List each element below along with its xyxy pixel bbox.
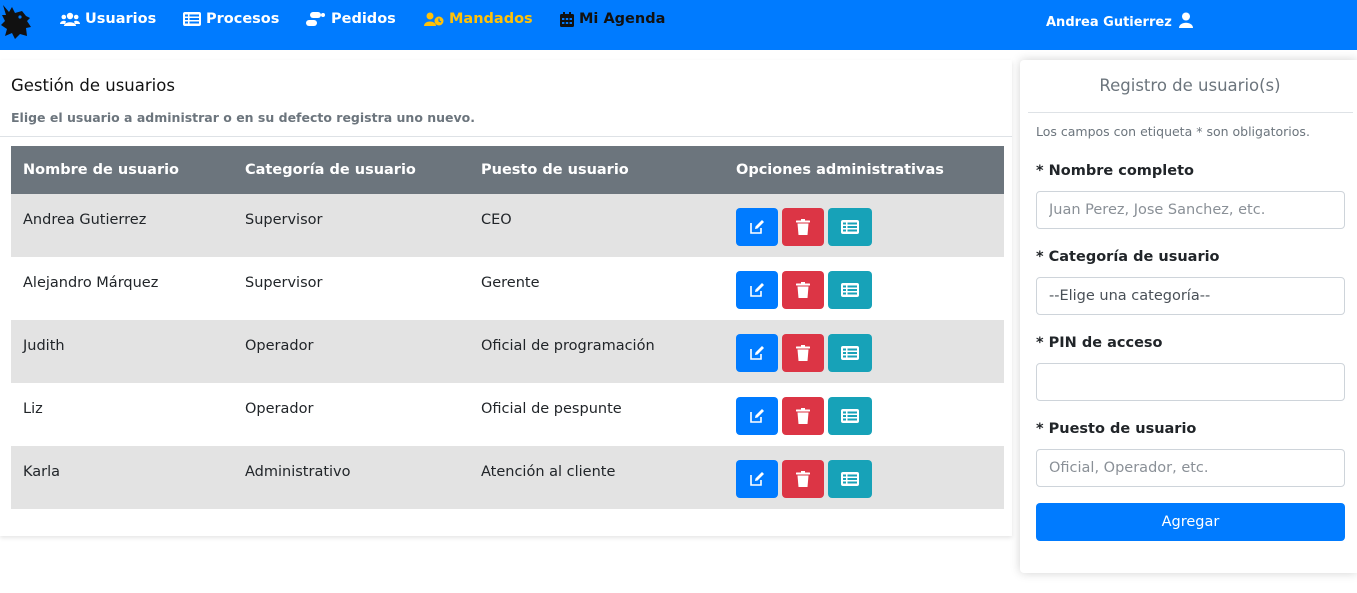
- cell-categoria: Supervisor: [233, 194, 469, 257]
- cell-categoria: Operador: [233, 320, 469, 383]
- edit-user-button[interactable]: [736, 397, 778, 435]
- table-row: Andrea Gutierrez Supervisor CEO: [11, 194, 1004, 257]
- table-row: Karla Administrativo Atención al cliente: [11, 446, 1004, 509]
- table-row: Alejandro Márquez Supervisor Gerente: [11, 257, 1004, 320]
- edit-user-button[interactable]: [736, 271, 778, 309]
- shipping-icon: [305, 12, 326, 26]
- delete-user-button[interactable]: [782, 334, 824, 372]
- user-details-button[interactable]: [828, 208, 872, 246]
- full-name-input[interactable]: [1036, 191, 1345, 229]
- cell-categoria: Supervisor: [245, 275, 323, 291]
- list-alt-icon: [841, 409, 859, 423]
- full-name-label: * Nombre completo: [1036, 163, 1194, 179]
- form-note: Los campos con etiqueta * son obligatori…: [1036, 124, 1310, 139]
- delete-user-button[interactable]: [782, 271, 824, 309]
- edit-icon: [749, 219, 765, 235]
- column-header-puesto: Puesto de usuario: [469, 146, 724, 194]
- table-row: Liz Operador Oficial de pespunte: [11, 383, 1004, 446]
- user-details-button[interactable]: [828, 460, 872, 498]
- user-name: Andrea Gutierrez: [1046, 14, 1172, 30]
- cell-puesto: CEO: [469, 194, 724, 257]
- nav-pedidos-label: Pedidos: [331, 11, 396, 27]
- delete-user-button[interactable]: [782, 460, 824, 498]
- category-select[interactable]: --Elige una categoría--: [1036, 277, 1345, 315]
- nav-procesos[interactable]: Procesos: [183, 9, 279, 29]
- nav-procesos-label: Procesos: [206, 11, 280, 27]
- nav-usuarios[interactable]: Usuarios: [60, 9, 156, 29]
- delete-user-button[interactable]: [782, 397, 824, 435]
- trash-icon: [796, 345, 810, 361]
- cell-nombre: Karla: [11, 446, 233, 509]
- user-management-card: Gestión de usuarios Elige el usuario a a…: [0, 60, 1012, 536]
- calendar-icon: [560, 11, 574, 27]
- category-label: * Categoría de usuario: [1036, 249, 1220, 265]
- users-icon: [60, 12, 80, 26]
- edit-icon: [749, 408, 765, 424]
- list-alt-icon: [841, 472, 859, 486]
- nav-mi-agenda-label: Mi Agenda: [579, 11, 666, 27]
- page-subtitle: Elige el usuario a administrar o en su d…: [11, 110, 476, 125]
- pin-label: * PIN de acceso: [1036, 335, 1163, 351]
- cell-puesto: Oficial de pespunte: [481, 401, 622, 417]
- user-menu[interactable]: Andrea Gutierrez: [1046, 12, 1193, 32]
- cell-actions: [724, 383, 1004, 446]
- edit-user-button[interactable]: [736, 208, 778, 246]
- divider: [0, 136, 1012, 137]
- cell-nombre: Judith: [11, 320, 233, 383]
- position-input[interactable]: [1036, 449, 1345, 487]
- edit-user-button[interactable]: [736, 334, 778, 372]
- category-selected-value: --Elige una categoría--: [1049, 288, 1211, 304]
- user-clock-icon: [424, 12, 444, 26]
- edit-icon: [749, 282, 765, 298]
- nav-mandados[interactable]: Mandados: [424, 9, 533, 29]
- table-header-row: Nombre de usuario Categoría de usuario P…: [11, 146, 1004, 194]
- table-row: Judith Operador Oficial de programación: [11, 320, 1004, 383]
- cell-categoria: Operador: [245, 401, 314, 417]
- cell-nombre: Liz: [23, 401, 43, 417]
- user-registration-form: Registro de usuario(s) Los campos con et…: [1020, 60, 1357, 573]
- cell-puesto: Atención al cliente: [469, 446, 724, 509]
- list-icon: [183, 12, 201, 26]
- cell-puesto: Gerente: [481, 275, 540, 291]
- cell-actions: [724, 194, 1004, 257]
- cell-puesto: Oficial de programación: [469, 320, 724, 383]
- nav-pedidos[interactable]: Pedidos: [305, 9, 396, 29]
- trash-icon: [796, 408, 810, 424]
- add-user-button[interactable]: Agregar: [1036, 503, 1345, 541]
- delete-user-button[interactable]: [782, 208, 824, 246]
- trash-icon: [796, 282, 810, 298]
- list-alt-icon: [841, 283, 859, 297]
- cell-categoria: Administrativo: [233, 446, 469, 509]
- cell-nombre: Andrea Gutierrez: [11, 194, 233, 257]
- form-title: Registro de usuario(s): [1099, 76, 1281, 95]
- cell-actions: [724, 320, 1004, 383]
- nav-mi-agenda[interactable]: Mi Agenda: [560, 9, 665, 29]
- trash-icon: [796, 219, 810, 235]
- list-alt-icon: [841, 346, 859, 360]
- wolf-logo-icon[interactable]: [0, 3, 34, 41]
- form-divider: [1028, 112, 1353, 113]
- cell-actions: [724, 257, 1004, 320]
- position-label: * Puesto de usuario: [1036, 421, 1197, 437]
- users-table: Nombre de usuario Categoría de usuario P…: [11, 146, 1004, 509]
- column-header-nombre: Nombre de usuario: [11, 146, 233, 194]
- nav-mandados-label: Mandados: [449, 11, 533, 27]
- cell-nombre: Alejandro Márquez: [23, 275, 159, 291]
- edit-user-button[interactable]: [736, 460, 778, 498]
- column-header-opciones: Opciones administrativas: [724, 146, 1004, 194]
- page-title: Gestión de usuarios: [11, 76, 175, 95]
- user-details-button[interactable]: [828, 271, 872, 309]
- user-icon: [1178, 12, 1193, 32]
- trash-icon: [796, 471, 810, 487]
- cell-actions: [724, 446, 1004, 509]
- edit-icon: [749, 471, 765, 487]
- user-details-button[interactable]: [828, 334, 872, 372]
- top-navbar: Usuarios Procesos Pedidos Mandados Mi Ag…: [0, 0, 1357, 50]
- edit-icon: [749, 345, 765, 361]
- list-alt-icon: [841, 220, 859, 234]
- nav-usuarios-label: Usuarios: [85, 11, 157, 27]
- column-header-categoria: Categoría de usuario: [233, 146, 469, 194]
- user-details-button[interactable]: [828, 397, 872, 435]
- pin-input[interactable]: [1036, 363, 1345, 401]
